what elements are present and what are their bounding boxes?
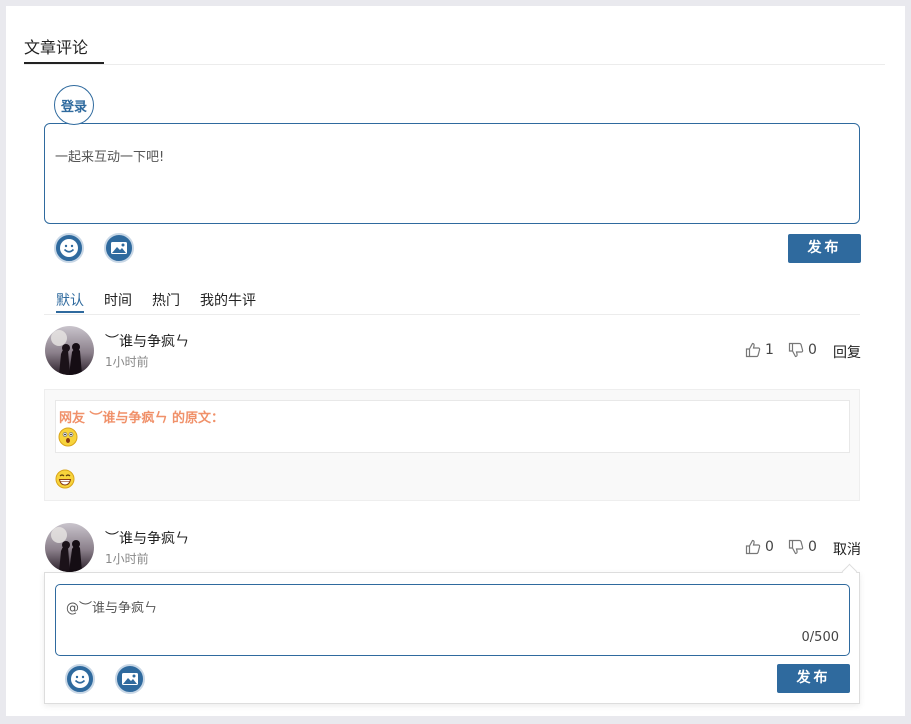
- thumbs-down-icon: [788, 342, 804, 358]
- dislike-button[interactable]: 0: [788, 539, 817, 555]
- active-tab-indicator: [56, 311, 84, 313]
- dislike-count: 0: [808, 342, 817, 358]
- smiley-icon: [71, 670, 89, 688]
- thumbs-down-icon: [788, 539, 804, 555]
- like-button[interactable]: 0: [745, 539, 774, 555]
- image-icon: [122, 673, 138, 685]
- publish-button[interactable]: 发布: [788, 234, 861, 263]
- surprised-emoji: [58, 427, 78, 447]
- reply-publish-button[interactable]: 发布: [777, 664, 850, 693]
- comments-card: 文章评论 一起来互动一下吧! 登录 发布 默认 时间 热门 我的牛评 ︶谁与争疯…: [6, 6, 905, 716]
- reply-panel: @︶谁与争疯ㄣ 0/500 发布: [44, 572, 860, 704]
- comment-body: 网友 ︶谁与争疯ㄣ 的原文：: [44, 389, 860, 501]
- reply-textarea[interactable]: @︶谁与争疯ㄣ 0/500: [55, 584, 850, 656]
- avatar[interactable]: [45, 326, 94, 375]
- divider: [24, 64, 885, 65]
- thumbs-up-icon: [745, 539, 761, 555]
- dislike-count: 0: [808, 539, 817, 555]
- dislike-button[interactable]: 0: [788, 342, 817, 358]
- emoji-button[interactable]: [65, 664, 95, 694]
- char-counter: 0/500: [801, 630, 839, 645]
- quoted-original: 网友 ︶谁与争疯ㄣ 的原文：: [55, 400, 850, 453]
- comment-username[interactable]: ︶谁与争疯ㄣ: [105, 331, 189, 351]
- divider: [44, 314, 860, 315]
- comment-textarea[interactable]: 一起来互动一下吧!: [44, 123, 860, 224]
- login-button[interactable]: 登录: [54, 85, 94, 125]
- comment-time: 1小时前: [105, 552, 149, 566]
- cancel-reply-link[interactable]: 取消: [833, 539, 861, 559]
- emoji-button[interactable]: [54, 233, 84, 263]
- tab-default[interactable]: 默认: [56, 290, 84, 310]
- smiley-icon: [60, 239, 78, 257]
- tab-my-reviews[interactable]: 我的牛评: [200, 290, 256, 310]
- like-button[interactable]: 1: [745, 342, 774, 358]
- grin-emoji: [55, 469, 75, 489]
- comment-placeholder: 一起来互动一下吧!: [55, 150, 165, 165]
- tab-hot[interactable]: 热门: [152, 290, 180, 310]
- image-button[interactable]: [104, 233, 134, 263]
- reply-link[interactable]: 回复: [833, 342, 861, 362]
- thumbs-up-icon: [745, 342, 761, 358]
- comment-time: 1小时前: [105, 355, 149, 369]
- like-count: 1: [765, 342, 774, 358]
- section-title: 文章评论: [24, 38, 89, 57]
- tab-time[interactable]: 时间: [104, 290, 132, 310]
- reply-value: @︶谁与争疯ㄣ: [66, 601, 158, 616]
- image-icon: [111, 242, 127, 254]
- image-button[interactable]: [115, 664, 145, 694]
- avatar[interactable]: [45, 523, 94, 572]
- quote-header: 网友 ︶谁与争疯ㄣ 的原文：: [59, 411, 225, 426]
- comment-username[interactable]: ︶谁与争疯ㄣ: [105, 528, 189, 548]
- like-count: 0: [765, 539, 774, 555]
